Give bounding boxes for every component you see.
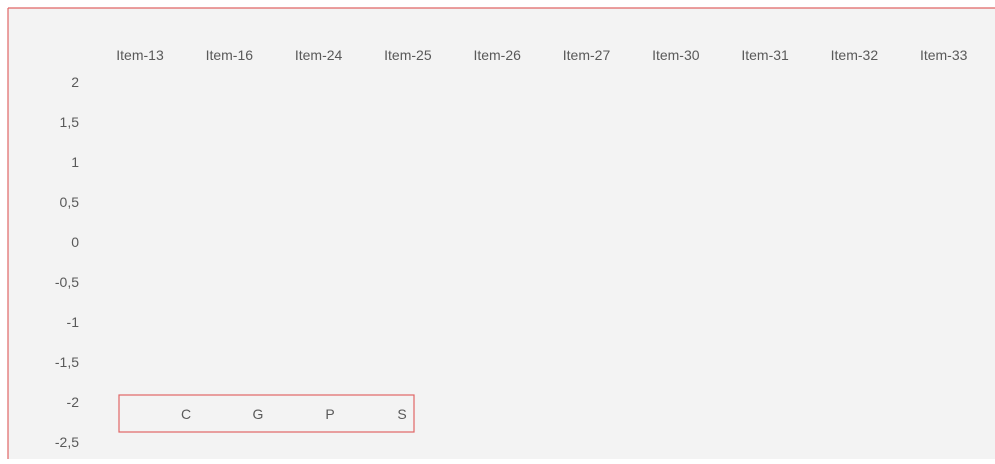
- y-tick-label: -1: [67, 314, 80, 330]
- y-tick-label: -0,5: [55, 274, 79, 290]
- y-tick-label: -2: [67, 394, 80, 410]
- y-tick-label: 0: [71, 234, 79, 250]
- x-tick-label: Item-31: [741, 47, 789, 63]
- x-tick-label: Item-26: [473, 47, 521, 63]
- x-tick-label: Item-30: [652, 47, 700, 63]
- x-tick-label: Item-24: [295, 47, 343, 63]
- x-tick-label: Item-16: [206, 47, 254, 63]
- chart-svg: Item-13 Item-16 Item-24 Item-25 Item-26 Item-…: [7, 7, 995, 459]
- legend-item-p: P: [325, 406, 334, 422]
- y-tick-label: 1,5: [60, 114, 80, 130]
- legend-item-g: G: [253, 406, 264, 422]
- y-tick-label: 1: [71, 154, 79, 170]
- x-tick-label: Item-25: [384, 47, 432, 63]
- x-tick-label: Item-32: [831, 47, 879, 63]
- y-tick-label: 2: [71, 74, 79, 90]
- chart-container: Item-13 Item-16 Item-24 Item-25 Item-26 Item-…: [0, 0, 995, 459]
- legend-item-c: C: [181, 406, 191, 422]
- x-tick-label: Item-27: [563, 47, 611, 63]
- x-tick-label: Item-13: [116, 47, 164, 63]
- y-tick-label: -2,5: [55, 434, 79, 450]
- y-tick-label: 0,5: [60, 194, 80, 210]
- legend-item-s: S: [397, 406, 406, 422]
- x-tick-label: Item-33: [920, 47, 968, 63]
- chart-background: [8, 8, 995, 459]
- y-tick-label: -1,5: [55, 354, 79, 370]
